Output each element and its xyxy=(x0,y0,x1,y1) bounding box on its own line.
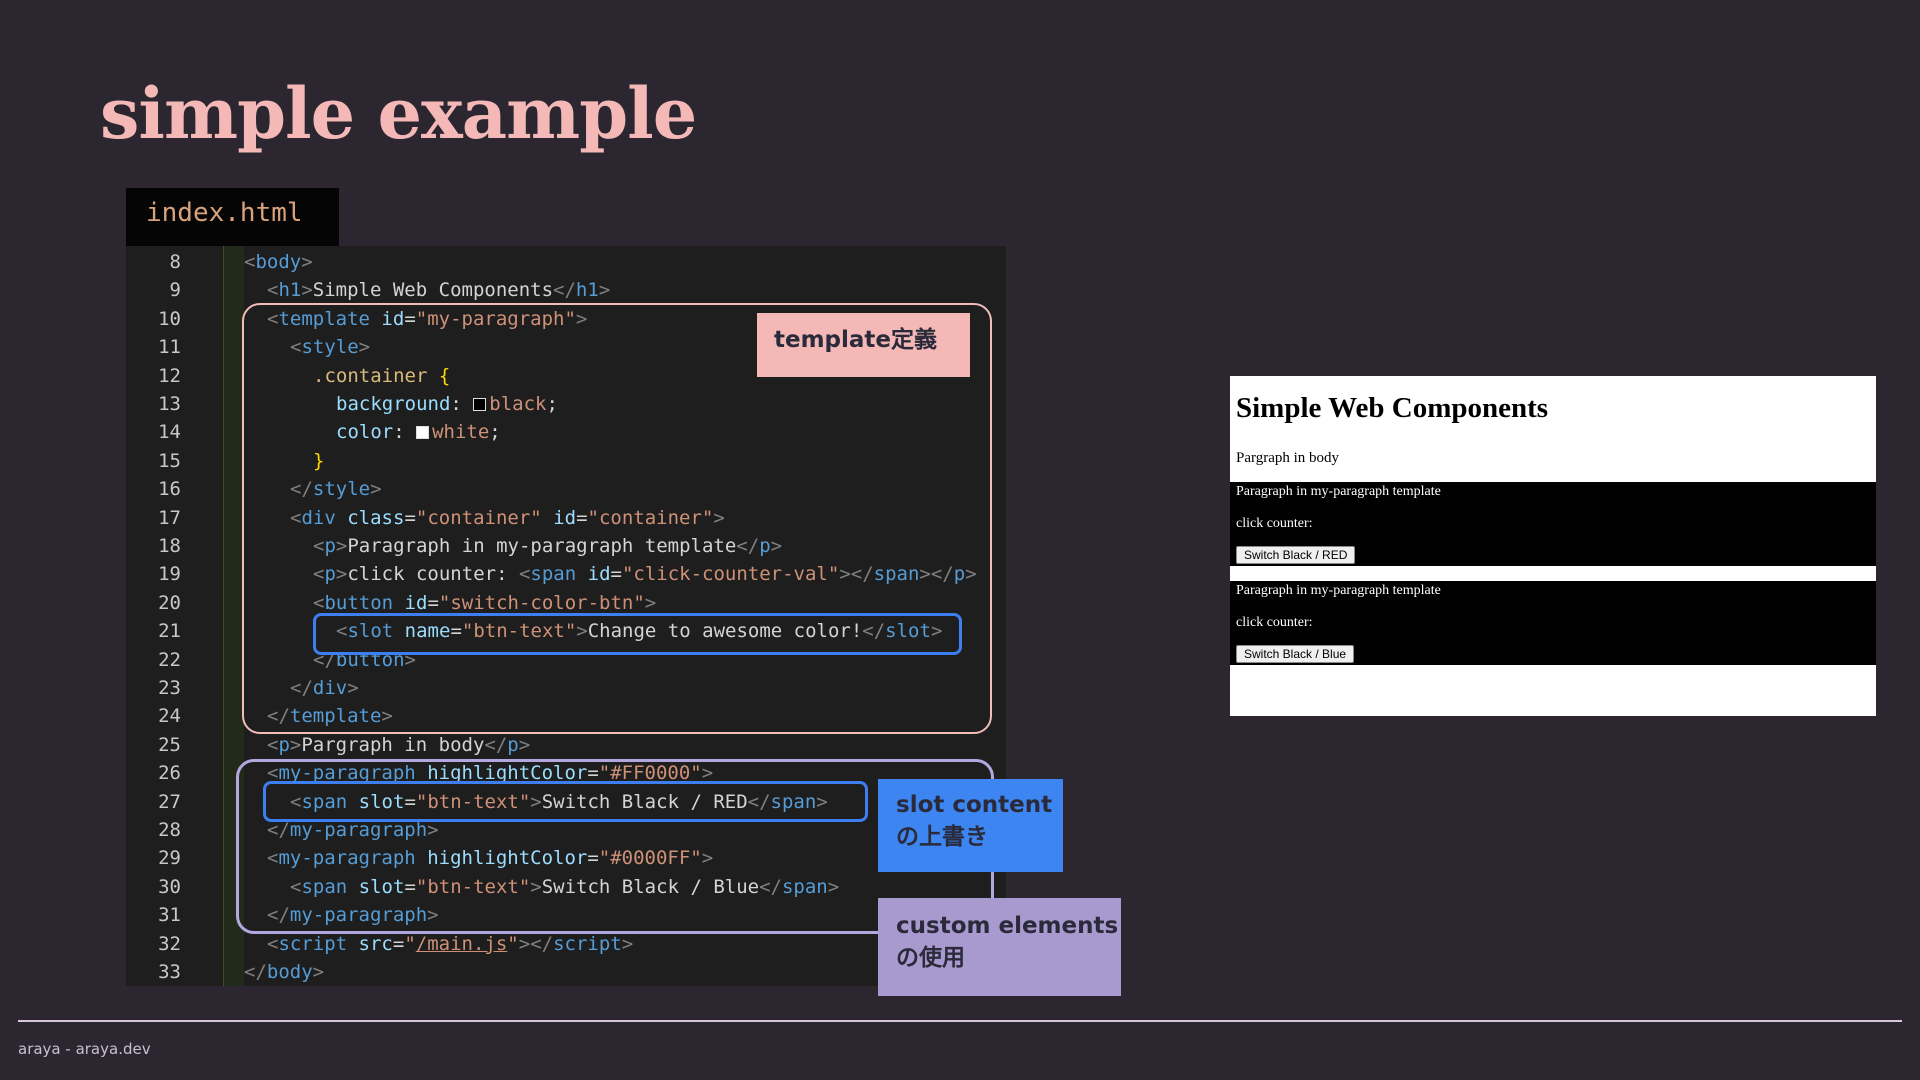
code-token: script xyxy=(278,932,348,955)
line-number: 27 xyxy=(158,790,181,813)
line-number: 31 xyxy=(158,904,181,927)
preview-click-counter: click counter: xyxy=(1236,615,1313,630)
line-number: 17 xyxy=(158,506,181,529)
preview-component-paragraph: Paragraph in my-paragraph template xyxy=(1236,484,1441,499)
code-token: /main.js xyxy=(415,932,508,955)
code-token: h1 xyxy=(278,279,302,302)
code-token: > xyxy=(289,733,302,756)
code-token: Simple Web Components xyxy=(312,279,554,302)
preview-heading: Simple Web Components xyxy=(1236,392,1549,424)
code-line: 25 <p>Pargraph in body</p> xyxy=(126,731,1006,759)
code-token: </ xyxy=(484,733,508,756)
browser-preview: Simple Web Components Pargraph in body P… xyxy=(1230,376,1876,716)
code-token: script xyxy=(553,932,622,955)
line-number: 33 xyxy=(158,961,181,983)
code-token: > xyxy=(301,251,313,273)
line-number: 18 xyxy=(158,535,181,557)
file-tab[interactable]: index.html xyxy=(126,188,339,246)
code-token: body xyxy=(255,251,302,273)
code-token: " xyxy=(507,932,519,955)
line-number: 30 xyxy=(158,875,181,898)
slot-override-highlight-box xyxy=(263,781,868,822)
code-token: > xyxy=(518,733,531,756)
code-token: h1 xyxy=(575,279,599,302)
code-token: ></ xyxy=(518,932,554,955)
code-token: > xyxy=(301,279,313,302)
code-line: 8 <body> xyxy=(126,248,1006,276)
preview-component-blue: Paragraph in my-paragraph template click… xyxy=(1230,581,1876,665)
code-token: = xyxy=(392,932,405,955)
line-number: 29 xyxy=(158,847,181,870)
line-number: 9 xyxy=(169,279,181,302)
line-number: 24 xyxy=(158,705,181,728)
code-token: p xyxy=(278,733,290,756)
line-number: 22 xyxy=(158,648,181,671)
preview-component-paragraph: Paragraph in my-paragraph template xyxy=(1236,583,1441,598)
line-number: 23 xyxy=(158,677,181,699)
footer-credit: araya - araya.dev xyxy=(18,1040,151,1058)
switch-color-button[interactable]: Switch Black / RED xyxy=(1236,546,1356,564)
code-line: 33 </body> xyxy=(126,958,1006,986)
code-token: </ xyxy=(553,279,576,302)
code-token: </ xyxy=(244,961,267,983)
line-number: 14 xyxy=(158,421,181,444)
code-token: p xyxy=(507,733,519,756)
code-token: < xyxy=(267,932,279,955)
slot-override-label: slot content の上書き xyxy=(878,779,1063,872)
code-token: > xyxy=(621,932,634,955)
code-token: < xyxy=(267,279,279,302)
line-number: 15 xyxy=(158,449,181,472)
line-number: 26 xyxy=(158,762,181,785)
line-number: 16 xyxy=(158,478,181,501)
line-number: 12 xyxy=(158,364,181,387)
line-number: 28 xyxy=(158,819,181,841)
preview-body-paragraph: Pargraph in body xyxy=(1236,450,1340,466)
template-definition-label: template定義 xyxy=(757,313,970,377)
slot-definition-highlight-box xyxy=(313,613,962,655)
code-token: body xyxy=(266,961,313,983)
code-token: > xyxy=(312,961,325,983)
line-number: 32 xyxy=(158,932,181,955)
code-token: < xyxy=(267,733,279,756)
line-number: 20 xyxy=(158,591,181,614)
code-token: < xyxy=(244,251,256,273)
switch-color-button[interactable]: Switch Black / Blue xyxy=(1236,645,1355,663)
code-token: > xyxy=(598,279,611,302)
code-token: src xyxy=(358,932,393,955)
line-number: 11 xyxy=(158,336,181,359)
line-number: 25 xyxy=(158,733,181,756)
line-number: 13 xyxy=(158,393,181,415)
code-token: " xyxy=(404,932,416,955)
line-number: 21 xyxy=(158,620,181,643)
code-token: Pargraph in body xyxy=(301,733,485,756)
preview-component-red: Paragraph in my-paragraph template click… xyxy=(1230,482,1876,566)
line-number: 10 xyxy=(158,307,181,330)
slide-title: simple example xyxy=(100,72,697,155)
line-number: 8 xyxy=(169,251,181,273)
code-line: 9 <h1>Simple Web Components</h1> xyxy=(126,276,1006,304)
custom-elements-label: custom elements の使用 xyxy=(878,898,1121,996)
line-number: 19 xyxy=(158,563,181,586)
footer-divider xyxy=(18,1020,1902,1022)
preview-click-counter: click counter: xyxy=(1236,516,1313,531)
